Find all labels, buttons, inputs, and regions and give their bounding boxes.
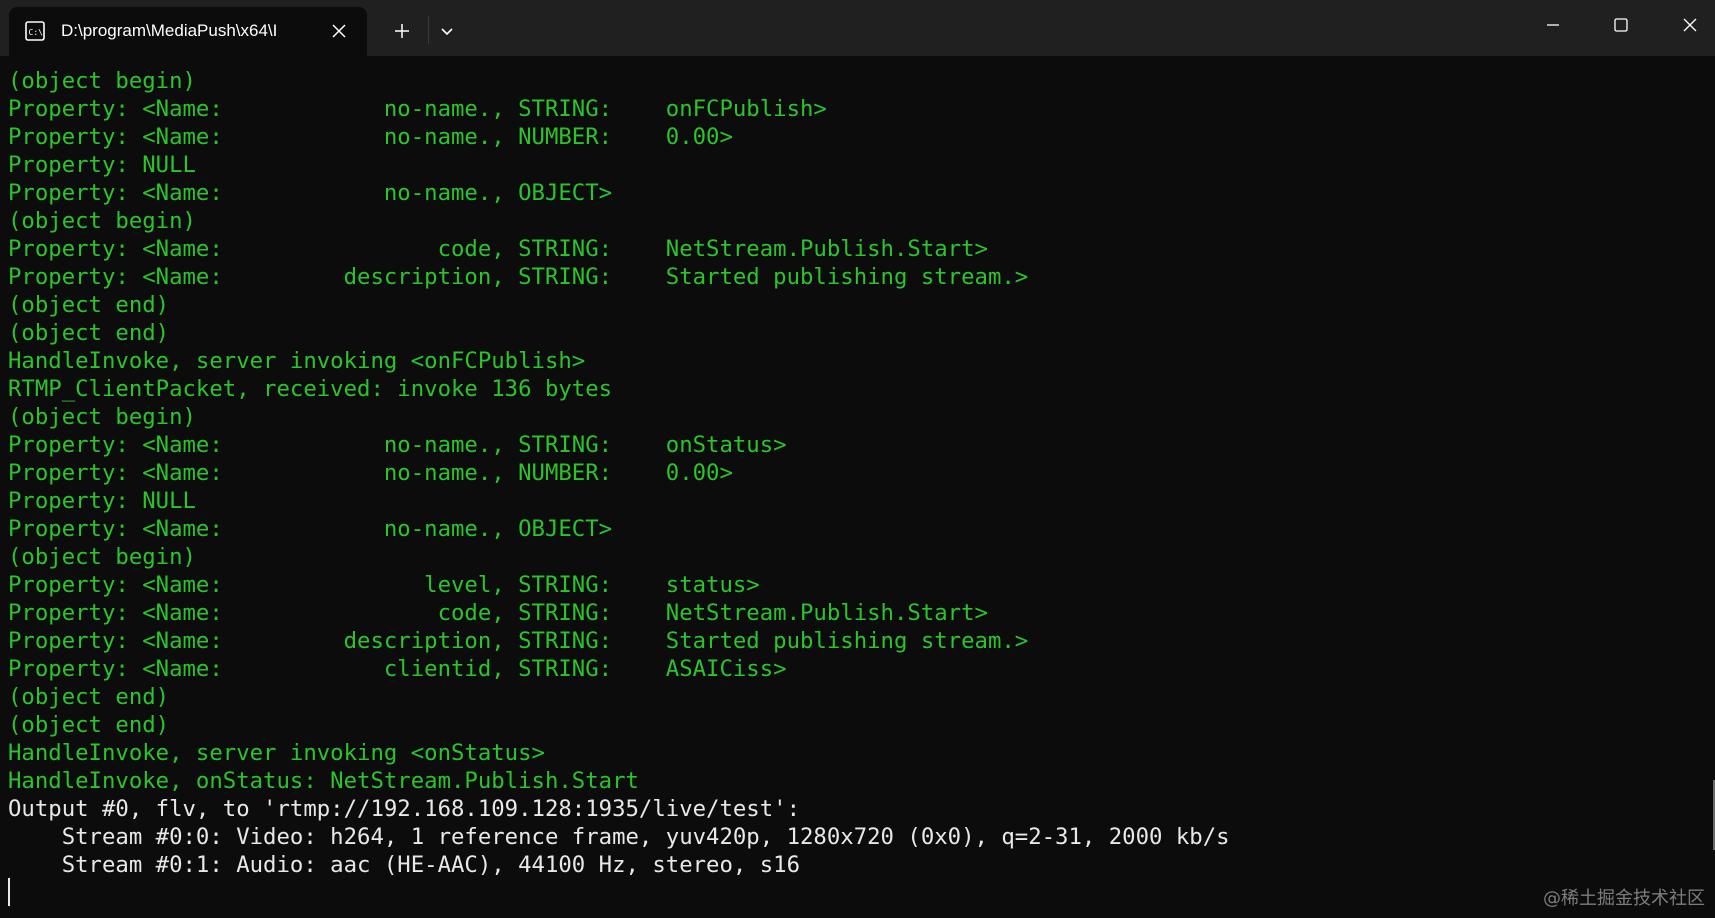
maximize-icon[interactable] — [1596, 0, 1646, 50]
terminal-line: Property: <Name: description, STRING: St… — [8, 264, 1029, 290]
terminal-line: (object begin) — [8, 208, 196, 234]
terminal-lines: (object begin) Property: <Name: no-name.,… — [8, 67, 1230, 879]
terminal-icon: C:\ — [25, 21, 45, 41]
minimize-icon[interactable] — [1528, 0, 1578, 50]
terminal-window: C:\ D:\program\MediaPush\x64\I (object b… — [0, 0, 1715, 918]
terminal-line: Property: <Name: no-name., STRING: onSta… — [8, 432, 787, 458]
terminal-line: (object end) — [8, 712, 170, 738]
terminal-line: (object end) — [8, 320, 170, 346]
terminal-line: HandleInvoke, onStatus: NetStream.Publis… — [8, 768, 639, 794]
terminal-line: Property: <Name: no-name., OBJECT> — [8, 180, 613, 206]
watermark: @稀土掘金技术社区 — [1543, 888, 1705, 909]
terminal-line: HandleInvoke, server invoking <onStatus> — [8, 740, 545, 766]
active-tab[interactable]: C:\ D:\program\MediaPush\x64\I — [9, 7, 367, 56]
terminal-line: Property: <Name: code, STRING: NetStream… — [8, 600, 988, 626]
tab-title: D:\program\MediaPush\x64\I — [61, 21, 278, 40]
terminal-line: (object end) — [8, 684, 170, 710]
terminal-line: (object begin) — [8, 544, 196, 570]
terminal-line: Property: <Name: level, STRING: status> — [8, 572, 760, 598]
terminal-line: RTMP_ClientPacket, received: invoke 136 … — [8, 376, 613, 402]
terminal-line: (object begin) — [8, 404, 196, 430]
terminal-line: Stream #0:1: Audio: aac (HE-AAC), 44100 … — [8, 852, 801, 878]
terminal-line: Property: NULL — [8, 152, 196, 178]
terminal-line: (object begin) — [8, 68, 196, 94]
terminal-line: Property: <Name: no-name., OBJECT> — [8, 516, 613, 542]
terminal-line: Stream #0:0: Video: h264, 1 reference fr… — [8, 824, 1230, 850]
svg-text:C:\: C:\ — [29, 28, 44, 37]
terminal-line: HandleInvoke, server invoking <onFCPubli… — [8, 348, 586, 374]
terminal-line: Property: NULL — [8, 488, 196, 514]
tab-divider — [428, 16, 429, 44]
terminal-output[interactable]: (object begin) Property: <Name: no-name.,… — [0, 56, 1715, 918]
terminal-line: Property: <Name: description, STRING: St… — [8, 628, 1029, 654]
close-icon[interactable] — [1665, 0, 1715, 50]
terminal-line: Property: <Name: code, STRING: NetStream… — [8, 236, 988, 262]
terminal-line: Property: <Name: no-name., NUMBER: 0.00> — [8, 124, 733, 150]
title-bar[interactable]: C:\ D:\program\MediaPush\x64\I — [0, 0, 1715, 56]
terminal-line: Property: <Name: no-name., STRING: onFCP… — [8, 96, 827, 122]
terminal-line: (object end) — [8, 292, 170, 318]
text-cursor — [8, 878, 10, 906]
chevron-down-icon[interactable] — [432, 16, 462, 46]
terminal-line: Output #0, flv, to 'rtmp://192.168.109.1… — [8, 796, 801, 822]
plus-icon[interactable] — [387, 16, 417, 46]
tab-close-icon[interactable] — [327, 19, 351, 43]
terminal-line: Property: <Name: clientid, STRING: ASAIC… — [8, 656, 787, 682]
terminal-line: Property: <Name: no-name., NUMBER: 0.00> — [8, 460, 733, 486]
